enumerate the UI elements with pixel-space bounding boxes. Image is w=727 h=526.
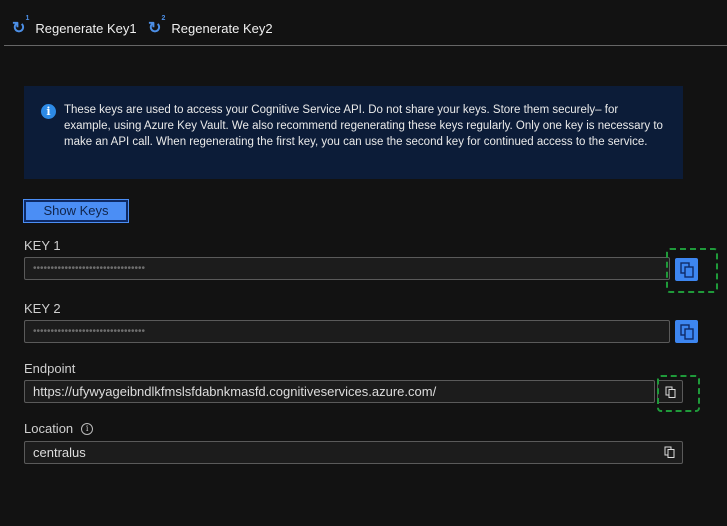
location-label: Location <box>24 421 74 436</box>
copy-icon <box>664 446 675 458</box>
key1-field[interactable]: •••••••••••••••••••••••••••••••• <box>24 257 670 280</box>
location-field[interactable]: centralus <box>24 441 683 464</box>
info-text: These keys are used to access your Cogni… <box>64 104 663 148</box>
location-label-row: Location i <box>24 421 94 436</box>
regenerate-key2-label: Regenerate Key2 <box>171 20 273 36</box>
regenerate-key1-button[interactable]: ↻ 1 Regenerate Key1 <box>12 15 137 38</box>
toolbar-divider <box>4 45 727 46</box>
endpoint-field[interactable]: https://ufywyageibndlkfmslsfdabnkmasfd.c… <box>24 380 655 403</box>
info-icon[interactable]: i <box>81 422 94 435</box>
key2-label: KEY 2 <box>24 301 61 316</box>
info-icon: i <box>41 104 56 119</box>
annotation-highlight <box>657 375 700 412</box>
copy-key2-button[interactable] <box>675 320 698 343</box>
info-banner: i These keys are used to access your Cog… <box>24 86 683 179</box>
refresh-icon: ↻ 1 <box>12 15 30 37</box>
refresh-icon: ↻ 2 <box>148 15 166 37</box>
copy-location-button[interactable] <box>664 446 675 461</box>
regenerate-key1-label: Regenerate Key1 <box>35 20 137 36</box>
endpoint-label: Endpoint <box>24 361 76 376</box>
key2-field[interactable]: •••••••••••••••••••••••••••••••• <box>24 320 670 343</box>
show-keys-button[interactable]: Show Keys <box>23 199 129 223</box>
key1-label: KEY 1 <box>24 238 61 253</box>
copy-icon <box>679 323 694 340</box>
regenerate-key2-button[interactable]: ↻ 2 Regenerate Key2 <box>148 15 273 38</box>
annotation-highlight <box>666 248 718 293</box>
